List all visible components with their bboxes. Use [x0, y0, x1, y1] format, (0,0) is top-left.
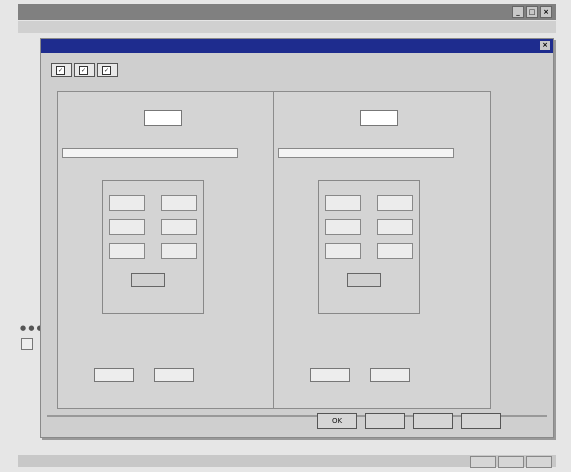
right-panel	[273, 91, 491, 409]
right-cell-2[interactable]	[377, 195, 413, 211]
left-name-field[interactable]	[62, 148, 238, 158]
left-cell-4[interactable]	[161, 219, 197, 235]
right-lower-field-2[interactable]	[370, 368, 410, 382]
tab-2[interactable]: ✓	[74, 63, 95, 77]
application-window: _ □ × ● ● ● × ✓ ✓ ✓ OK	[0, 0, 571, 472]
left-group-button[interactable]	[131, 273, 165, 287]
maximize-icon[interactable]: □	[526, 6, 538, 18]
ok-button[interactable]: OK	[317, 413, 357, 429]
tab-strip: ✓ ✓ ✓	[51, 63, 118, 77]
left-lower-field-2[interactable]	[154, 368, 194, 382]
right-name-field[interactable]	[278, 148, 454, 158]
status-pane-1	[470, 456, 496, 468]
right-cell-6[interactable]	[377, 243, 413, 259]
close-icon[interactable]: ×	[540, 6, 552, 18]
dialog-close-icon[interactable]: ×	[540, 41, 550, 50]
left-edge-box	[21, 338, 33, 350]
right-lower-field-1[interactable]	[310, 368, 350, 382]
dialog-button-2[interactable]	[365, 413, 405, 429]
right-cell-4[interactable]	[377, 219, 413, 235]
left-cell-5[interactable]	[109, 243, 145, 259]
right-cell-3[interactable]	[325, 219, 361, 235]
left-lower-field-1[interactable]	[94, 368, 134, 382]
checkbox-icon: ✓	[56, 65, 65, 75]
left-cell-6[interactable]	[161, 243, 197, 259]
left-cell-3[interactable]	[109, 219, 145, 235]
left-cell-1[interactable]	[109, 195, 145, 211]
dialog-button-4[interactable]	[461, 413, 501, 429]
tab-1[interactable]: ✓	[51, 63, 72, 77]
dialog-button-3[interactable]	[413, 413, 453, 429]
checkbox-icon: ✓	[102, 65, 111, 75]
outer-title-bar: _ □ ×	[18, 4, 556, 20]
left-group-box	[102, 180, 204, 314]
minimize-icon[interactable]: _	[512, 6, 524, 18]
right-group-box	[318, 180, 420, 314]
right-select-box[interactable]	[360, 110, 398, 126]
left-panel	[57, 91, 275, 409]
dialog: × ✓ ✓ ✓ OK	[40, 38, 554, 438]
left-select-box[interactable]	[144, 110, 182, 126]
checkbox-icon: ✓	[79, 65, 88, 75]
left-cell-2[interactable]	[161, 195, 197, 211]
status-pane-2	[498, 456, 524, 468]
right-cell-1[interactable]	[325, 195, 361, 211]
right-cell-5[interactable]	[325, 243, 361, 259]
status-pane-3	[526, 456, 552, 468]
right-group-button[interactable]	[347, 273, 381, 287]
tab-3[interactable]: ✓	[97, 63, 118, 77]
menu-bar	[18, 21, 556, 33]
dialog-title-bar: ×	[41, 39, 553, 53]
